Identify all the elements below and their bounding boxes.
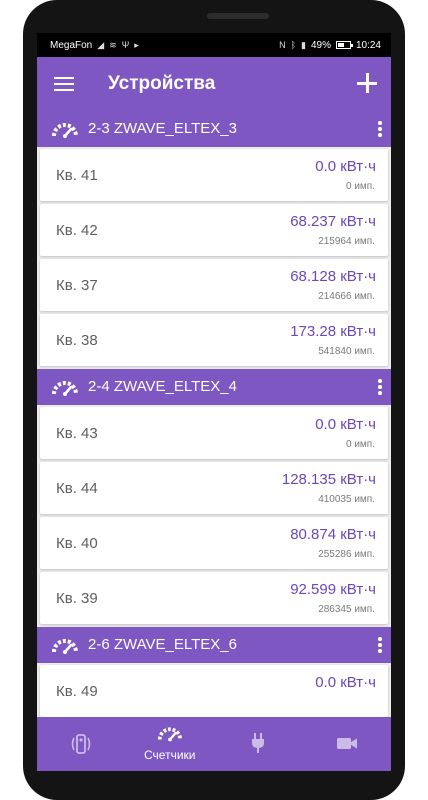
pulse-count: 215964 имп. bbox=[318, 236, 375, 247]
group-header: 2-3 ZWAVE_ELTEX_3 bbox=[37, 111, 391, 147]
meter-value: 128.135 кВт·ч bbox=[281, 471, 376, 488]
meter-value: 92.599 кВт·ч bbox=[290, 581, 376, 598]
meter-value: 68.237 кВт·ч bbox=[290, 213, 376, 230]
meter-name: Кв. 44 bbox=[56, 480, 98, 497]
bottom-navigation: Счетчики bbox=[37, 717, 391, 771]
bluetooth-icon: ᛒ bbox=[290, 40, 296, 50]
device-list[interactable]: 2-3 ZWAVE_ELTEX_3 Кв. 41 0.0 кВт·ч 0 имп… bbox=[37, 111, 391, 717]
more-options-icon[interactable] bbox=[378, 637, 382, 653]
add-device-icon[interactable] bbox=[355, 71, 379, 95]
meter-name: Кв. 39 bbox=[56, 590, 98, 607]
meter-card[interactable]: Кв. 42 68.237 кВт·ч 215964 имп. bbox=[40, 204, 388, 256]
group-title: 2-3 ZWAVE_ELTEX_3 bbox=[88, 120, 237, 137]
nav-meters[interactable]: Счетчики bbox=[126, 717, 215, 771]
meter-card[interactable]: Кв. 40 80.874 кВт·ч 255286 имп. bbox=[40, 517, 388, 569]
nav-cameras[interactable] bbox=[303, 717, 392, 771]
meter-gauge-icon bbox=[52, 381, 78, 396]
nav-plugs[interactable] bbox=[214, 717, 303, 771]
battery-icon bbox=[335, 41, 353, 49]
meter-gauge-icon bbox=[157, 727, 182, 742]
pulse-count: 0 имп. bbox=[346, 181, 375, 192]
meter-gauge-icon bbox=[52, 639, 78, 654]
pulse-count: 286345 имп. bbox=[318, 604, 375, 615]
usb-icon: Ψ bbox=[121, 40, 130, 50]
meter-name: Кв. 40 bbox=[56, 535, 98, 552]
more-options-icon[interactable] bbox=[378, 379, 382, 395]
nfc-icon: N bbox=[279, 40, 286, 50]
menu-icon[interactable] bbox=[54, 77, 74, 91]
meter-name: Кв. 43 bbox=[56, 425, 98, 442]
nav-label-meters: Счетчики bbox=[144, 748, 196, 762]
battery-percent: 49% bbox=[310, 39, 331, 51]
meter-name: Кв. 37 bbox=[56, 277, 98, 294]
plug-icon bbox=[252, 733, 265, 753]
app-screen: MegaFon ◢ ≋ Ψ ▸ N ᛒ ▮ 49% 10:24 Устройст… bbox=[37, 33, 391, 771]
meter-name: Кв. 42 bbox=[56, 222, 98, 239]
meter-card[interactable]: Кв. 39 92.599 кВт·ч 286345 имп. bbox=[40, 572, 388, 624]
group-title: 2-6 ZWAVE_ELTEX_6 bbox=[88, 636, 237, 653]
meter-value: 68.128 кВт·ч bbox=[290, 268, 376, 285]
meter-card[interactable]: Кв. 38 173.28 кВт·ч 541840 имп. bbox=[40, 314, 388, 366]
status-bar: MegaFon ◢ ≋ Ψ ▸ N ᛒ ▮ 49% 10:24 bbox=[37, 33, 391, 57]
signal-bars-icon: ▮ bbox=[301, 39, 306, 50]
meter-value: 0.0 кВт·ч bbox=[315, 416, 376, 433]
meter-name: Кв. 41 bbox=[56, 167, 98, 184]
pulse-count: 410035 имп. bbox=[318, 494, 375, 505]
page-title: Устройства bbox=[108, 73, 216, 94]
pulse-count: 0 имп. bbox=[346, 439, 375, 450]
app-bar: Устройства bbox=[37, 57, 391, 111]
meter-value: 173.28 кВт·ч bbox=[290, 323, 376, 340]
meter-name: Кв. 38 bbox=[56, 332, 98, 349]
group-header: 2-6 ZWAVE_ELTEX_6 bbox=[37, 627, 391, 663]
meter-card[interactable]: Кв. 44 128.135 кВт·ч 410035 имп. bbox=[40, 462, 388, 514]
meter-card[interactable]: Кв. 49 0.0 кВт·ч bbox=[40, 665, 388, 717]
meter-card[interactable]: Кв. 43 0.0 кВт·ч 0 имп. bbox=[40, 407, 388, 459]
sensor-icon bbox=[71, 734, 91, 754]
meter-gauge-icon bbox=[52, 123, 78, 138]
carrier-label: MegaFon bbox=[50, 39, 93, 51]
meter-card[interactable]: Кв. 37 68.128 кВт·ч 214666 имп. bbox=[40, 259, 388, 311]
meter-value: 80.874 кВт·ч bbox=[290, 526, 376, 543]
nav-sensors[interactable] bbox=[37, 717, 126, 771]
meter-value: 0.0 кВт·ч bbox=[315, 674, 376, 691]
flag-icon: ▸ bbox=[134, 39, 139, 50]
clock: 10:24 bbox=[355, 39, 381, 51]
group-title: 2-4 ZWAVE_ELTEX_4 bbox=[88, 378, 237, 395]
wifi-icon: ≋ bbox=[109, 39, 117, 50]
signal-icon: ◢ bbox=[97, 39, 105, 50]
pulse-count: 541840 имп. bbox=[318, 346, 375, 357]
meter-name: Кв. 49 bbox=[56, 683, 98, 700]
more-options-icon[interactable] bbox=[378, 121, 382, 137]
phone-speaker bbox=[207, 13, 269, 19]
pulse-count: 255286 имп. bbox=[318, 549, 375, 560]
meter-card[interactable]: Кв. 41 0.0 кВт·ч 0 имп. bbox=[40, 149, 388, 201]
pulse-count: 214666 имп. bbox=[318, 291, 375, 302]
camera-icon bbox=[336, 738, 357, 749]
group-header: 2-4 ZWAVE_ELTEX_4 bbox=[37, 369, 391, 405]
meter-value: 0.0 кВт·ч bbox=[315, 158, 376, 175]
